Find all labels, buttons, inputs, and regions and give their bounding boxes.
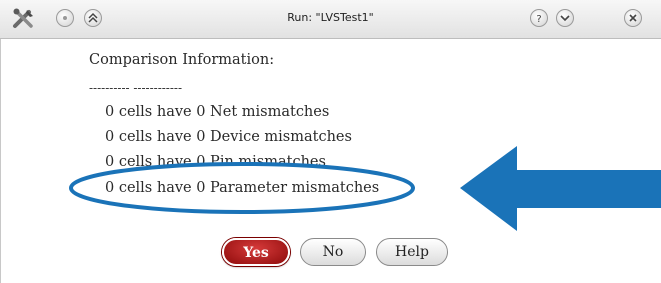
pointer-arrow (460, 146, 661, 231)
dialog-window: Run: "LVSTest1" ? Comparison Information… (0, 0, 661, 283)
no-button[interactable]: No (300, 238, 366, 266)
help-button[interactable]: Help (376, 238, 448, 266)
yes-button[interactable]: Yes (222, 238, 290, 266)
highlight-ellipse (69, 162, 415, 214)
